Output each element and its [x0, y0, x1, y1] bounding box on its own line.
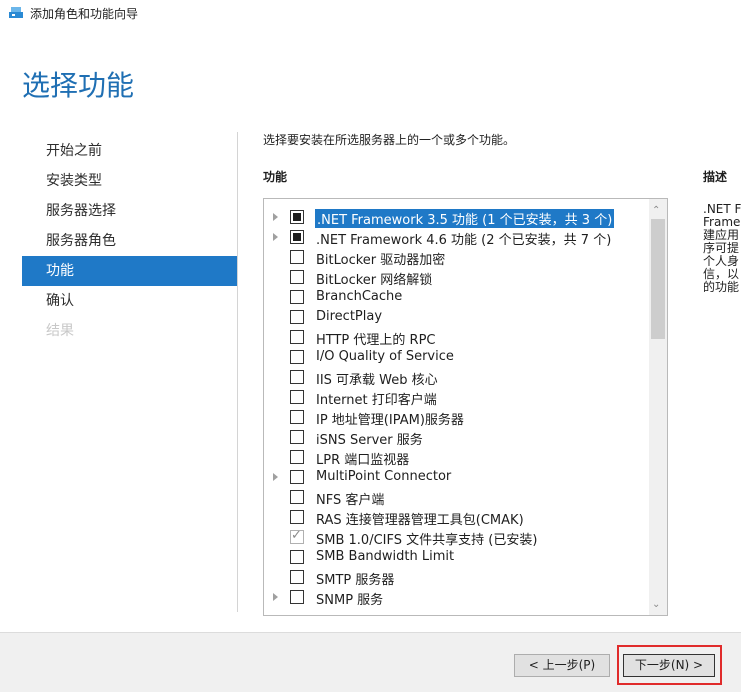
feature-label: SMB Bandwidth Limit	[316, 549, 455, 564]
description-heading: 描述	[703, 170, 728, 184]
nav-item[interactable]: 功能	[22, 256, 237, 286]
feature-checkbox[interactable]	[290, 390, 304, 404]
nav-item[interactable]: 服务器角色	[0, 226, 237, 256]
feature-row[interactable]: Internet 打印客户端	[264, 387, 649, 408]
title-bar: 添加角色和功能向导	[0, 0, 741, 26]
feature-label: .NET Framework 3.5 功能 (1 个已安装，共 3 个)	[313, 208, 616, 229]
description-text: .NET F Frame 建应用 序可提 个人身 信，以 的功能	[703, 203, 741, 294]
page-title: 选择功能	[22, 69, 135, 102]
feature-row[interactable]: HTTP 代理上的 RPC	[264, 327, 649, 348]
feature-label: NFS 客户端	[316, 493, 385, 508]
feature-checkbox[interactable]	[290, 230, 304, 244]
feature-label: I/O Quality of Service	[316, 349, 454, 364]
expand-arrow-icon[interactable]	[273, 473, 278, 481]
nav-item[interactable]: 服务器选择	[0, 196, 237, 226]
feature-label: LPR 端口监视器	[316, 453, 410, 468]
feature-label: MultiPoint Connector	[316, 469, 452, 484]
window-title: 添加角色和功能向导	[30, 7, 139, 21]
feature-label: .NET Framework 4.6 功能 (2 个已安装，共 7 个)	[316, 233, 612, 248]
feature-label: SMB 1.0/CIFS 文件共享支持 (已安装)	[316, 533, 538, 548]
feature-label: IIS 可承载 Web 核心	[316, 373, 438, 388]
expand-arrow-icon[interactable]	[273, 593, 278, 601]
feature-row[interactable]: BitLocker 网络解锁	[264, 267, 649, 288]
scroll-down-icon[interactable]: ⌄	[652, 599, 660, 610]
feature-label: BitLocker 驱动器加密	[316, 253, 446, 268]
feature-row[interactable]: .NET Framework 3.5 功能 (1 个已安装，共 3 个)	[264, 207, 649, 229]
feature-row[interactable]: SMB Bandwidth Limit	[264, 547, 649, 567]
feature-row[interactable]: iSNS Server 服务	[264, 427, 649, 448]
feature-label: SNMP 服务	[316, 593, 384, 608]
expand-arrow-icon[interactable]	[273, 233, 278, 241]
nav-item[interactable]: 开始之前	[0, 136, 237, 166]
feature-checkbox[interactable]	[290, 210, 304, 224]
feature-checkbox[interactable]	[290, 510, 304, 524]
feature-label: BranchCache	[316, 289, 403, 304]
feature-row[interactable]: I/O Quality of Service	[264, 347, 649, 367]
feature-checkbox[interactable]	[290, 490, 304, 504]
feature-row[interactable]: DirectPlay	[264, 307, 649, 327]
feature-checkbox[interactable]	[290, 450, 304, 464]
feature-checkbox[interactable]	[290, 570, 304, 584]
feature-checkbox[interactable]	[290, 410, 304, 424]
feature-row[interactable]: IP 地址管理(IPAM)服务器	[264, 407, 649, 428]
feature-label: DirectPlay	[316, 309, 383, 324]
feature-checkbox[interactable]	[290, 370, 304, 384]
scroll-up-icon[interactable]: ⌃	[652, 205, 660, 216]
highlight-box	[617, 645, 722, 685]
feature-label: Internet 打印客户端	[316, 393, 437, 408]
feature-checkbox[interactable]	[290, 290, 304, 304]
feature-row[interactable]: LPR 端口监视器	[264, 447, 649, 468]
instruction-text: 选择要安装在所选服务器上的一个或多个功能。	[263, 133, 516, 147]
nav-item: 结果	[46, 323, 74, 339]
feature-row[interactable]: BitLocker 驱动器加密	[264, 247, 649, 268]
vertical-scrollbar[interactable]: ⌃ ⌄	[649, 199, 667, 615]
feature-row[interactable]: SMTP 服务器	[264, 567, 649, 588]
feature-checkbox[interactable]	[290, 470, 304, 484]
feature-label: BitLocker 网络解锁	[316, 273, 433, 288]
feature-label: IP 地址管理(IPAM)服务器	[316, 413, 464, 428]
feature-row[interactable]: NFS 客户端	[264, 487, 649, 508]
nav-item[interactable]: 安装类型	[0, 166, 237, 196]
feature-checkbox[interactable]	[290, 270, 304, 284]
nav-item[interactable]: 确认	[0, 286, 237, 316]
feature-row[interactable]: SNMP 服务	[264, 587, 649, 608]
feature-checkbox[interactable]	[290, 310, 304, 324]
features-tree[interactable]: SNMP 服务 SMTP 服务器 SMB Bandwidth LimitSMB 1.…	[263, 198, 668, 616]
feature-label: HTTP 代理上的 RPC	[316, 333, 436, 348]
feature-label: SMTP 服务器	[316, 573, 395, 588]
feature-checkbox[interactable]	[290, 550, 304, 564]
feature-row[interactable]: .NET Framework 4.6 功能 (2 个已安装，共 7 个)	[264, 227, 649, 248]
feature-checkbox[interactable]	[290, 250, 304, 264]
feature-row[interactable]: BranchCache	[264, 287, 649, 307]
feature-checkbox[interactable]	[290, 430, 304, 444]
feature-checkbox[interactable]	[290, 590, 304, 604]
wizard-nav: 开始之前 安装类型 服务器选择 服务器角色 功能 确认结果	[0, 136, 237, 346]
feature-row[interactable]: IIS 可承载 Web 核心	[264, 367, 649, 388]
feature-label: RAS 连接管理器管理工具包(CMAK)	[316, 513, 524, 528]
feature-checkbox[interactable]	[290, 350, 304, 364]
scroll-thumb[interactable]	[651, 219, 665, 339]
divider	[237, 132, 238, 612]
feature-row[interactable]: SMB 1.0/CIFS 文件共享支持 (已安装)	[264, 527, 649, 548]
features-heading: 功能	[263, 170, 288, 184]
feature-row[interactable]: MultiPoint Connector	[264, 467, 649, 487]
feature-row[interactable]: RAS 连接管理器管理工具包(CMAK)	[264, 507, 649, 528]
previous-button[interactable]: < 上一步(P)	[514, 654, 610, 677]
expand-arrow-icon[interactable]	[273, 213, 278, 221]
feature-checkbox[interactable]	[290, 330, 304, 344]
feature-label: iSNS Server 服务	[316, 433, 423, 448]
server-manager-icon	[9, 7, 23, 18]
feature-checkbox[interactable]	[290, 528, 304, 544]
